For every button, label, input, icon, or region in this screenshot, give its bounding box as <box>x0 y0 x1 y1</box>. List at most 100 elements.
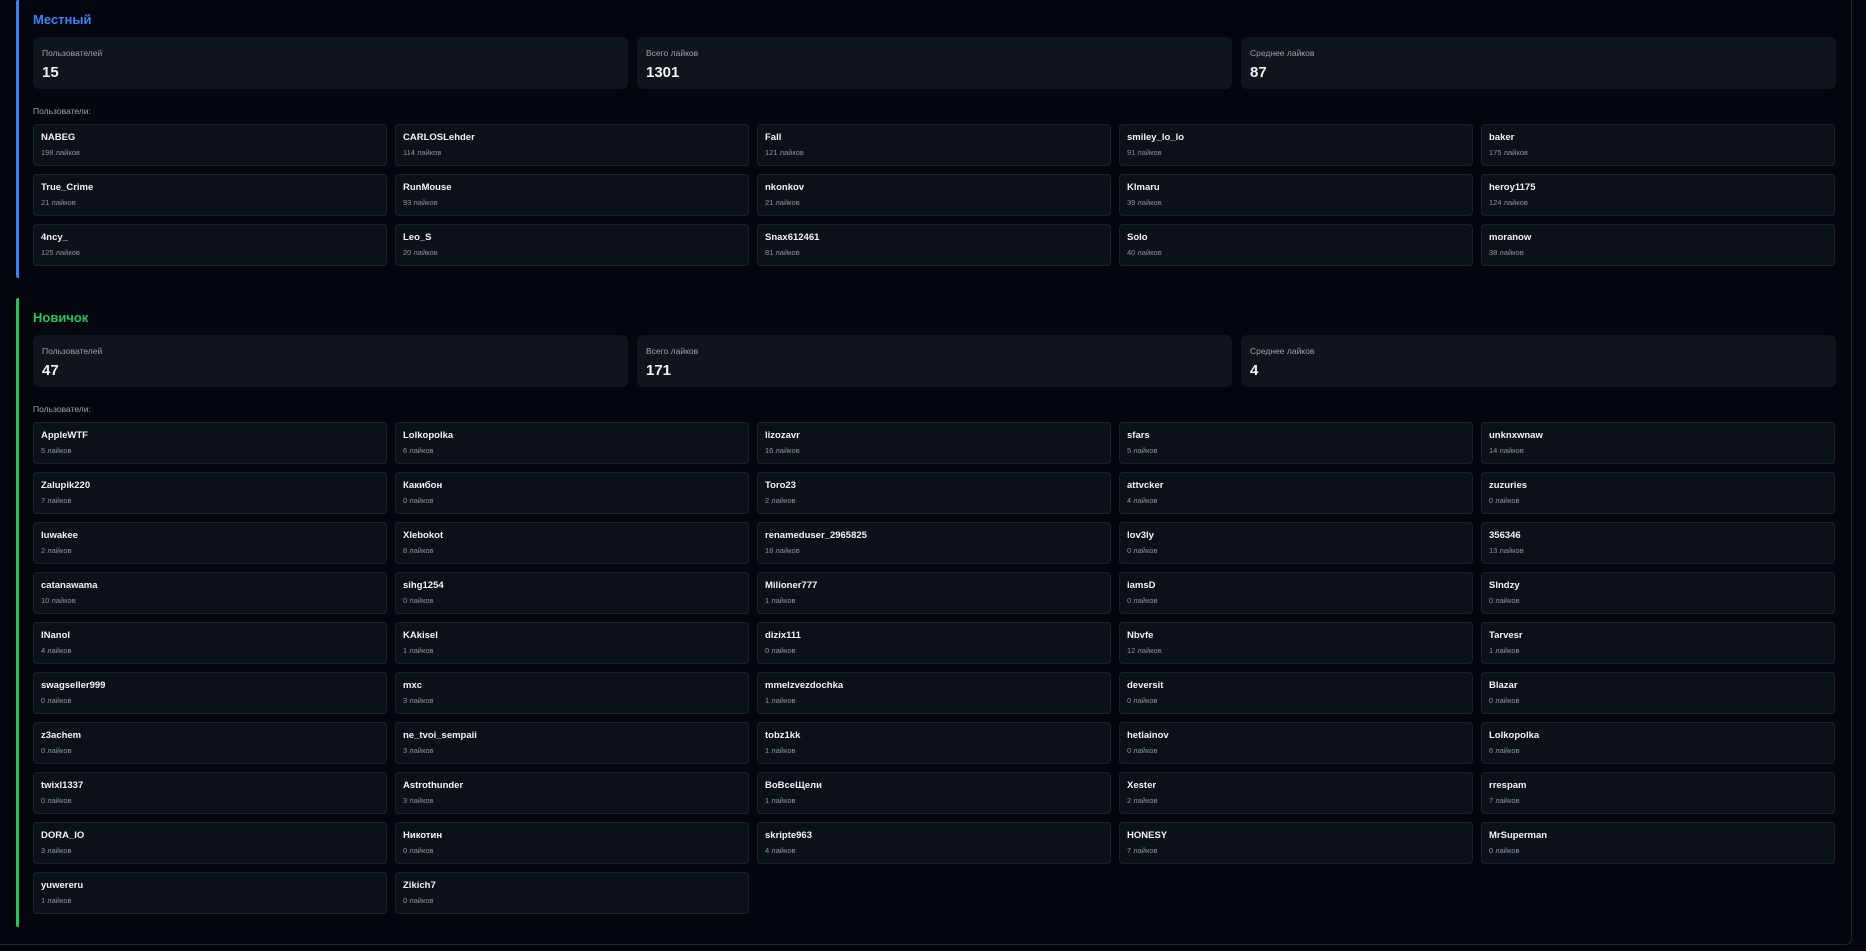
user-card[interactable]: zuzuries 0 лайков <box>1481 472 1835 514</box>
user-card[interactable]: Fall 121 лайков <box>757 124 1111 166</box>
user-card[interactable]: tobz1kk 1 лайков <box>757 722 1111 764</box>
user-card[interactable]: catanawama 10 лайков <box>33 572 387 614</box>
stat-users-count: Пользователей 15 <box>33 37 628 89</box>
user-card[interactable]: 356346 13 лайков <box>1481 522 1835 564</box>
user-card[interactable]: attvcker 4 лайков <box>1119 472 1473 514</box>
user-name: Toro23 <box>765 480 796 491</box>
user-name: swagseller999 <box>41 680 106 691</box>
user-card[interactable]: luwakee 2 лайков <box>33 522 387 564</box>
user-likes-count: 0 лайков <box>41 796 72 805</box>
user-card[interactable]: nkonkov 21 лайков <box>757 174 1111 216</box>
user-card[interactable]: Никотин 0 лайков <box>395 822 749 864</box>
user-card[interactable]: mmelzvezdochka 1 лайков <box>757 672 1111 714</box>
user-likes-count: 40 лайков <box>1127 248 1162 257</box>
user-name: HONESY <box>1127 830 1168 841</box>
user-likes-count: 0 лайков <box>1127 696 1158 705</box>
user-card[interactable]: lov3ly 0 лайков <box>1119 522 1473 564</box>
user-card[interactable]: Milioner777 1 лайков <box>757 572 1111 614</box>
user-card[interactable]: unknxwnaw 14 лайков <box>1481 422 1835 464</box>
user-name: CARLOSLehder <box>403 132 475 143</box>
user-likes-count: 1 лайков <box>765 796 796 805</box>
user-card[interactable]: BoВсеЩели 1 лайков <box>757 772 1111 814</box>
user-card[interactable]: HONESY 7 лайков <box>1119 822 1473 864</box>
stat-average-likes: Среднее лайков 4 <box>1241 335 1836 387</box>
user-card[interactable]: heroy1175 124 лайков <box>1481 174 1835 216</box>
user-card[interactable]: NABEG 198 лайков <box>33 124 387 166</box>
user-card[interactable]: mxc 3 лайков <box>395 672 749 714</box>
user-card[interactable]: sihg1254 0 лайков <box>395 572 749 614</box>
stat-label: Пользователей <box>42 346 103 356</box>
user-likes-count: 4 лайков <box>41 646 72 655</box>
user-card[interactable]: yuwereru 1 лайков <box>33 872 387 914</box>
user-name: 356346 <box>1489 530 1521 541</box>
user-card[interactable]: Toro23 2 лайков <box>757 472 1111 514</box>
user-name: tobz1kk <box>765 730 801 741</box>
user-card[interactable]: z3achem 0 лайков <box>33 722 387 764</box>
user-card[interactable]: True_Crime 21 лайков <box>33 174 387 216</box>
user-card[interactable]: DORA_IO 3 лайков <box>33 822 387 864</box>
user-card[interactable]: RunMouse 93 лайков <box>395 174 749 216</box>
user-card[interactable]: baker 175 лайков <box>1481 124 1835 166</box>
user-likes-count: 10 лайков <box>41 596 76 605</box>
user-card[interactable]: INanol 4 лайков <box>33 622 387 664</box>
user-card[interactable]: ne_tvoi_sempaii 3 лайков <box>395 722 749 764</box>
user-card[interactable]: MrSuperman 0 лайков <box>1481 822 1835 864</box>
user-name: mxc <box>403 680 423 691</box>
user-card[interactable]: iamsD 0 лайков <box>1119 572 1473 614</box>
user-card[interactable]: Nbvfe 12 лайков <box>1119 622 1473 664</box>
user-name: yuwereru <box>41 880 84 891</box>
user-card[interactable]: Blazar 0 лайков <box>1481 672 1835 714</box>
user-card[interactable]: skripte963 4 лайков <box>757 822 1111 864</box>
user-likes-count: 4 лайков <box>765 846 796 855</box>
user-likes-count: 0 лайков <box>1127 746 1158 755</box>
user-card[interactable]: AppleWTF 5 лайков <box>33 422 387 464</box>
user-card[interactable]: Astrothunder 3 лайков <box>395 772 749 814</box>
user-name: smiley_lo_lo <box>1127 132 1185 143</box>
user-card[interactable]: KAkisel 1 лайков <box>395 622 749 664</box>
user-likes-count: 7 лайков <box>41 496 72 505</box>
user-card[interactable]: CARLOSLehder 114 лайков <box>395 124 749 166</box>
stat-label: Пользователей <box>42 48 103 58</box>
user-likes-count: 6 лайков <box>1489 746 1520 755</box>
user-card[interactable]: Xester 2 лайков <box>1119 772 1473 814</box>
user-card[interactable]: hetlainov 0 лайков <box>1119 722 1473 764</box>
user-card[interactable]: smiley_lo_lo 91 лайков <box>1119 124 1473 166</box>
user-card[interactable]: sfars 5 лайков <box>1119 422 1473 464</box>
user-card[interactable]: Solo 40 лайков <box>1119 224 1473 266</box>
user-likes-count: 2 лайков <box>41 546 72 555</box>
user-card[interactable]: rrespam 7 лайков <box>1481 772 1835 814</box>
user-card[interactable]: Snax612461 81 лайков <box>757 224 1111 266</box>
user-card[interactable]: moranow 38 лайков <box>1481 224 1835 266</box>
user-card[interactable]: renameduser_2965825 18 лайков <box>757 522 1111 564</box>
user-card[interactable]: Lolkopolka 6 лайков <box>1481 722 1835 764</box>
user-card[interactable]: Какибон 0 лайков <box>395 472 749 514</box>
user-likes-count: 20 лайков <box>403 248 438 257</box>
user-likes-count: 0 лайков <box>403 896 434 905</box>
user-card[interactable]: Klmaru 39 лайков <box>1119 174 1473 216</box>
user-name: iamsD <box>1127 580 1156 591</box>
user-card[interactable]: deversit 0 лайков <box>1119 672 1473 714</box>
user-card[interactable]: Tarvesr 1 лайков <box>1481 622 1835 664</box>
user-name: attvcker <box>1127 480 1164 491</box>
user-likes-count: 3 лайков <box>41 846 72 855</box>
user-card[interactable]: Zalupik220 7 лайков <box>33 472 387 514</box>
user-likes-count: 14 лайков <box>1489 446 1524 455</box>
user-card[interactable]: dizix111 0 лайков <box>757 622 1111 664</box>
user-likes-count: 5 лайков <box>1127 446 1158 455</box>
user-card[interactable]: Lolkopolka 6 лайков <box>395 422 749 464</box>
user-card[interactable]: twixl1337 0 лайков <box>33 772 387 814</box>
user-card[interactable]: Zikich7 0 лайков <box>395 872 749 914</box>
user-card[interactable]: swagseller999 0 лайков <box>33 672 387 714</box>
user-name: Никотин <box>403 830 443 841</box>
user-name: ne_tvoi_sempaii <box>403 730 477 741</box>
user-card[interactable]: Xlebokot 8 лайков <box>395 522 749 564</box>
user-card[interactable]: Leo_S 20 лайков <box>395 224 749 266</box>
user-likes-count: 0 лайков <box>1489 696 1520 705</box>
user-name: hetlainov <box>1127 730 1169 741</box>
user-name: zuzuries <box>1489 480 1528 491</box>
user-likes-count: 5 лайков <box>41 446 72 455</box>
user-card[interactable]: lizozavr 16 лайков <box>757 422 1111 464</box>
user-name: Snax612461 <box>765 232 820 243</box>
user-card[interactable]: Slndzy 0 лайков <box>1481 572 1835 614</box>
user-card[interactable]: 4ncy_ 125 лайков <box>33 224 387 266</box>
